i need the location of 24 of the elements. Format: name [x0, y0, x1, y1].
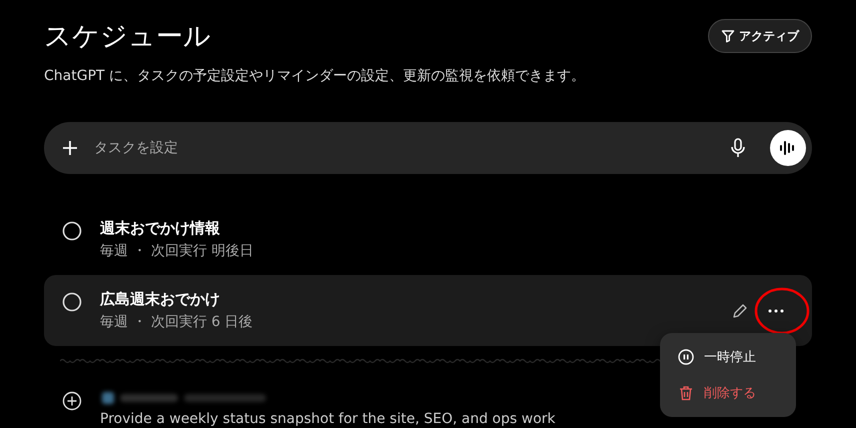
plus-circle-icon[interactable]: [62, 391, 82, 411]
filter-icon: [721, 29, 735, 43]
menu-item[interactable]: 削除する: [660, 375, 796, 411]
task-input-bar[interactable]: タスクを設定: [44, 122, 812, 174]
page-title: スケジュール: [44, 20, 211, 54]
page-description: ChatGPT に、タスクの予定設定やリマインダーの設定、更新の監視を依頼できます。: [44, 67, 586, 85]
voice-mode-button[interactable]: [770, 130, 806, 166]
circle-icon[interactable]: [62, 221, 82, 241]
pause-icon: [678, 349, 694, 365]
task-schedule: 毎週 ・ 次回実行 6 日後: [100, 313, 254, 331]
ellipsis-icon: [768, 308, 784, 312]
plus-icon[interactable]: [62, 140, 78, 156]
microphone-icon[interactable]: [730, 138, 746, 158]
annotation-circle: [754, 287, 810, 335]
task-schedule: 毎週 ・ 次回実行 明後日: [100, 242, 254, 260]
task-title: 週末おでかけ情報: [100, 219, 221, 238]
task-input-field[interactable]: タスクを設定: [92, 139, 716, 157]
filter-button[interactable]: アクティブ: [708, 19, 812, 53]
sound-wave-icon: [779, 139, 797, 157]
pencil-icon[interactable]: [732, 302, 748, 318]
trash-icon: [678, 385, 694, 401]
circle-icon[interactable]: [62, 292, 82, 312]
menu-item[interactable]: 一時停止: [660, 339, 796, 375]
task-title: 広島週末おでかけ: [100, 290, 221, 309]
